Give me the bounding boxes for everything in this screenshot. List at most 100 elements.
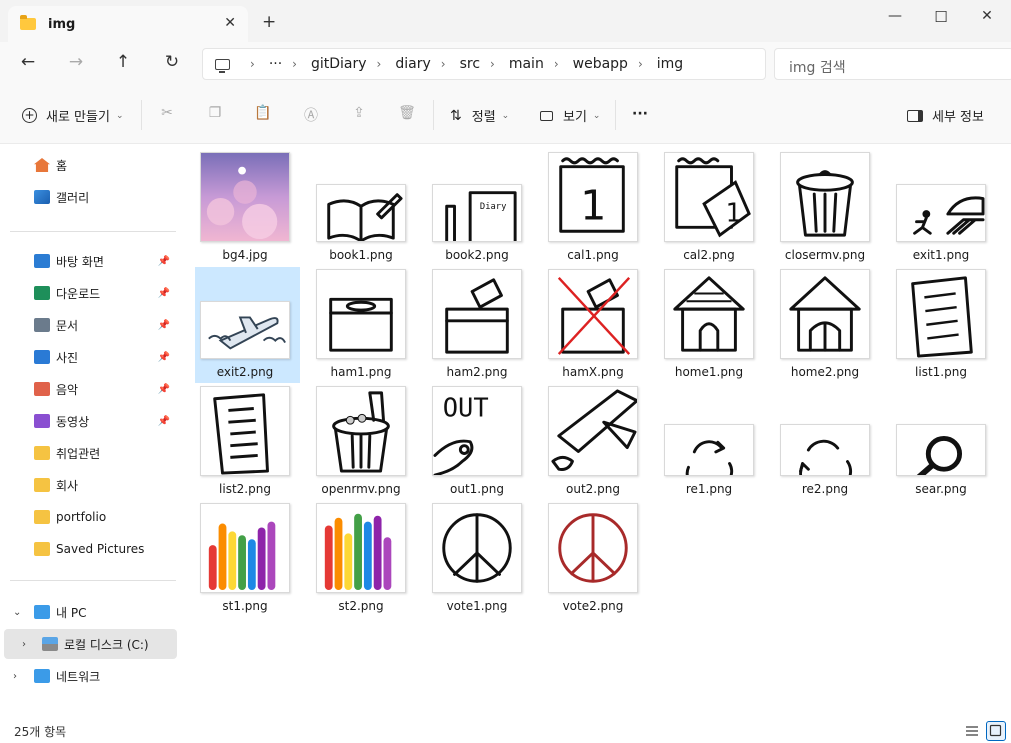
- sidebar-item-pinned[interactable]: 음악 📌: [0, 374, 176, 404]
- sidebar-folder[interactable]: 취업관련: [0, 438, 176, 468]
- file-item[interactable]: re2.png: [775, 384, 880, 500]
- back-button[interactable]: ←: [15, 52, 41, 76]
- forward-button[interactable]: →: [63, 52, 89, 76]
- file-thumbnail: [316, 184, 406, 242]
- refresh-button[interactable]: ↻: [159, 52, 185, 76]
- file-item[interactable]: closermv.png: [775, 150, 880, 266]
- file-item[interactable]: list2.png: [195, 384, 300, 500]
- file-thumbnail: [548, 386, 638, 476]
- file-item[interactable]: 1 cal1.png: [543, 150, 648, 266]
- pin-icon[interactable]: 📌: [158, 416, 170, 427]
- file-item[interactable]: vote2.png: [543, 501, 648, 617]
- sort-label: 정렬: [471, 110, 496, 125]
- breadcrumb-img[interactable]: img: [657, 56, 683, 72]
- file-name: ham1.png: [330, 365, 392, 379]
- file-name: exit1.png: [912, 248, 970, 262]
- file-item[interactable]: home2.png: [775, 267, 880, 383]
- breadcrumb-more[interactable]: ···: [269, 56, 282, 72]
- view-button[interactable]: 보기 ⌄: [540, 106, 600, 125]
- file-item[interactable]: exit1.png: [891, 150, 996, 266]
- file-item[interactable]: out2.png: [543, 384, 648, 500]
- copy-icon[interactable]: ❐: [205, 105, 225, 125]
- file-item[interactable]: ham1.png: [311, 267, 416, 383]
- new-tab-button[interactable]: +: [262, 12, 276, 32]
- share-icon[interactable]: ⇪: [349, 105, 369, 125]
- calendar-number: 1: [726, 197, 742, 227]
- rename-icon[interactable]: Ⓐ: [301, 105, 321, 125]
- toolbar-divider: [141, 100, 142, 130]
- sidebar-item-pinned[interactable]: 바탕 화면 📌: [0, 246, 176, 276]
- sidebar-folder[interactable]: 회사: [0, 470, 176, 500]
- sidebar-item-home[interactable]: 홈: [0, 150, 176, 180]
- details-pane-button[interactable]: 세부 정보: [907, 106, 984, 125]
- file-item[interactable]: bg4.jpg: [195, 150, 300, 266]
- file-name: list2.png: [219, 482, 271, 496]
- file-thumbnail: [432, 269, 522, 359]
- breadcrumb-diary[interactable]: diary: [395, 56, 430, 72]
- pin-icon[interactable]: 📌: [158, 384, 170, 395]
- file-item[interactable]: Diary book2.png: [427, 150, 532, 266]
- sidebar-item-gallery[interactable]: 갤러리: [0, 182, 176, 212]
- sidebar-item-pinned[interactable]: 문서 📌: [0, 310, 176, 340]
- sidebar-item-network[interactable]: › 네트워크: [0, 661, 176, 691]
- sidebar-item-this-pc[interactable]: ⌄ 내 PC: [0, 597, 176, 627]
- file-thumbnail: [780, 269, 870, 359]
- minimize-button[interactable]: —: [872, 8, 918, 32]
- sidebar-item-pinned[interactable]: 동영상 📌: [0, 406, 176, 436]
- file-item[interactable]: list1.png: [891, 267, 996, 383]
- sidebar-folder[interactable]: Saved Pictures: [0, 534, 176, 564]
- sidebar-item-pinned[interactable]: 다운로드 📌: [0, 278, 176, 308]
- plus-circle-icon: +: [22, 108, 37, 123]
- file-item[interactable]: ham2.png: [427, 267, 532, 383]
- file-item[interactable]: openrmv.png: [311, 384, 416, 500]
- file-item[interactable]: exit2.png: [195, 267, 300, 383]
- address-bar[interactable]: › ··· › gitDiary › diary › src › main › …: [202, 48, 766, 80]
- out-text: OUT: [443, 392, 489, 422]
- cut-icon[interactable]: ✂: [157, 105, 177, 125]
- sidebar-item-pinned[interactable]: 사진 📌: [0, 342, 176, 372]
- file-item[interactable]: st2.png: [311, 501, 416, 617]
- sidebar-item-label: 갤러리: [56, 190, 90, 205]
- sort-button[interactable]: ⇅ 정렬 ⌄: [450, 106, 509, 126]
- file-item[interactable]: re1.png: [659, 384, 764, 500]
- more-options-button[interactable]: ···: [632, 106, 648, 122]
- pin-icon[interactable]: 📌: [158, 256, 170, 267]
- file-item[interactable]: book1.png: [311, 150, 416, 266]
- sidebar-item-local-disk[interactable]: › 로컬 디스크 (C:): [4, 629, 177, 659]
- maximize-button[interactable]: ☐: [918, 8, 964, 32]
- breadcrumb-gitdiary[interactable]: gitDiary: [311, 56, 367, 72]
- breadcrumb-separator: ›: [292, 57, 297, 71]
- paste-icon[interactable]: 📋: [253, 105, 273, 125]
- delete-icon[interactable]: 🗑: [397, 105, 417, 125]
- file-item[interactable]: hamX.png: [543, 267, 648, 383]
- pin-icon[interactable]: 📌: [158, 352, 170, 363]
- tab-img[interactable]: img ✕: [8, 6, 248, 42]
- new-button[interactable]: + 새로 만들기 ⌄: [22, 106, 123, 125]
- file-item[interactable]: sear.png: [891, 384, 996, 500]
- video-icon: [34, 414, 50, 428]
- file-item[interactable]: home1.png: [659, 267, 764, 383]
- breadcrumb-main[interactable]: main: [509, 56, 544, 72]
- large-icons-view-icon[interactable]: [986, 721, 1006, 741]
- close-window-button[interactable]: ✕: [964, 8, 1010, 32]
- file-item[interactable]: st1.png: [195, 501, 300, 617]
- pin-icon[interactable]: 📌: [158, 320, 170, 331]
- file-item[interactable]: 1 cal2.png: [659, 150, 764, 266]
- breadcrumb-separator: ›: [376, 57, 382, 71]
- sidebar-item-label: portfolio: [56, 510, 107, 524]
- file-item[interactable]: vote1.png: [427, 501, 532, 617]
- chevron-down-icon: ⌄: [115, 110, 124, 121]
- file-item[interactable]: OUT out1.png: [427, 384, 532, 500]
- sidebar-folder[interactable]: portfolio: [0, 502, 176, 532]
- search-input[interactable]: img 검색: [774, 48, 1011, 80]
- details-view-icon[interactable]: [962, 721, 982, 741]
- breadcrumb-src[interactable]: src: [460, 56, 480, 72]
- file-thumbnail: [316, 386, 406, 476]
- up-button[interactable]: ↑: [110, 52, 136, 76]
- file-name: cal2.png: [683, 248, 735, 262]
- file-thumbnail: [896, 184, 986, 242]
- breadcrumb-webapp[interactable]: webapp: [573, 56, 628, 72]
- pin-icon[interactable]: 📌: [158, 288, 170, 299]
- close-tab-icon[interactable]: ✕: [224, 15, 236, 31]
- breadcrumb-separator: ›: [250, 57, 255, 71]
